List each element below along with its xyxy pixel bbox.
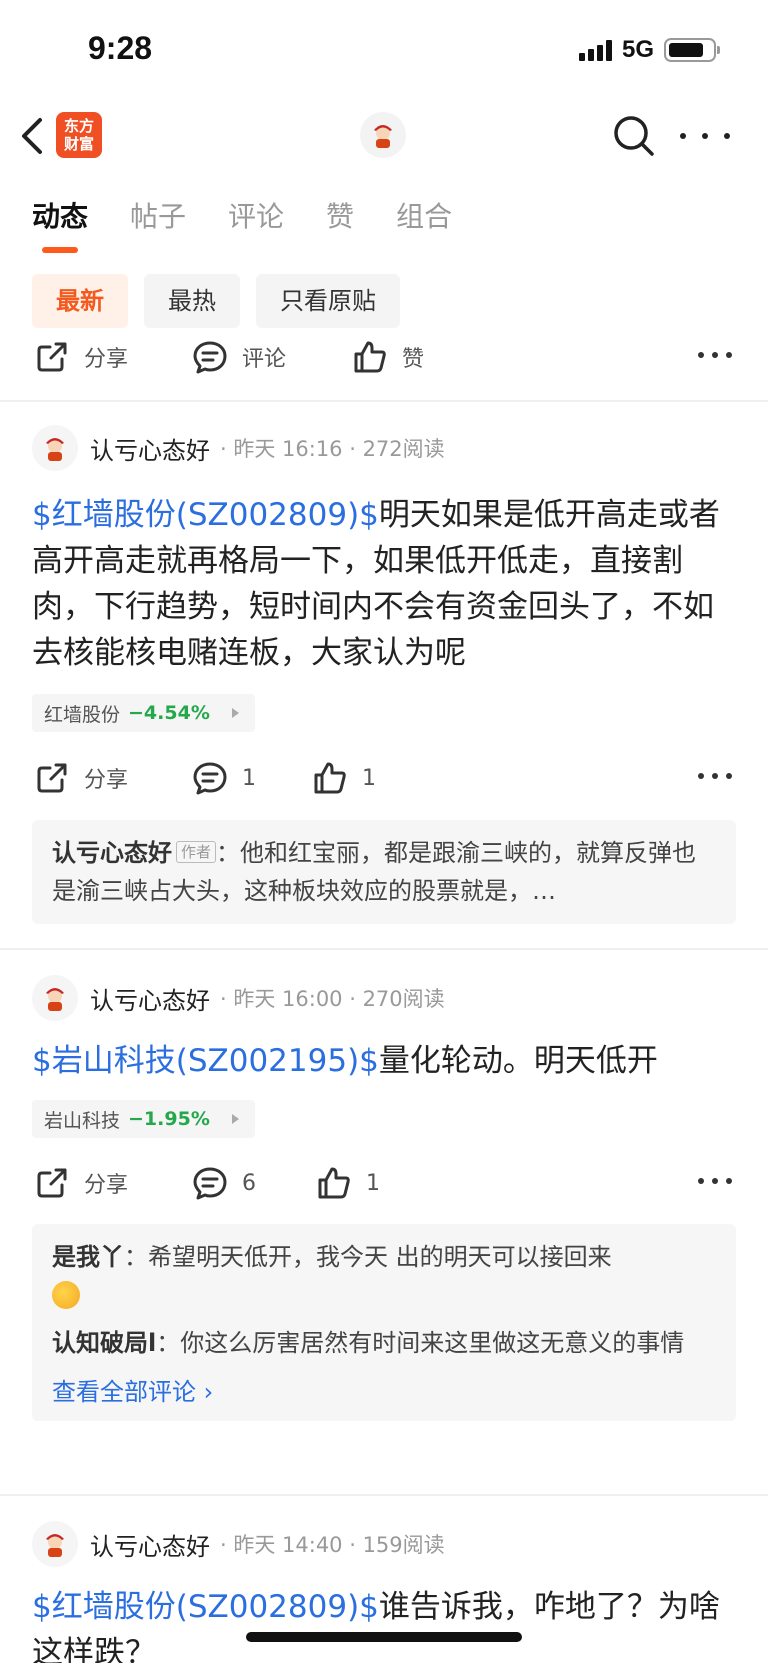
divider (0, 948, 768, 950)
avatar[interactable] (32, 425, 78, 471)
post-meta: · 昨天 14:40 · 159阅读 (220, 1533, 445, 1557)
more-options-button[interactable] (680, 116, 730, 156)
comment-preview[interactable]: 是我丫：希望明天低开，我今天 出的明天可以接回来 认知破局l：你这么厉害居然有时… (32, 1224, 736, 1421)
filter-bar: 最新 最热 只看原贴 (32, 274, 400, 328)
dot-icon (680, 133, 686, 139)
commenter-name[interactable]: 认知破局l (52, 1329, 156, 1357)
comment-line: 是我丫：希望明天低开，我今天 出的明天可以接回来 (52, 1238, 716, 1314)
dot-icon (702, 133, 708, 139)
post-more-button[interactable] (698, 1178, 732, 1184)
action-row: 分享 评论 赞 (0, 332, 768, 382)
status-icons: 5G (578, 36, 720, 64)
mascot-icon (46, 1534, 64, 1557)
status-bar: 9:28 5G (0, 0, 768, 100)
like-button[interactable]: 1 (316, 1158, 380, 1208)
comment-button[interactable]: 1 (192, 753, 256, 803)
thumbs-up-icon (318, 1167, 350, 1199)
post-more-button[interactable] (698, 773, 732, 779)
stock-link[interactable]: $红墙股份(SZ002809)$ (32, 497, 379, 533)
post-text[interactable]: $岩山科技(SZ002195)$量化轮动。明天低开 (32, 1038, 742, 1084)
post-meta: · 昨天 16:00 · 270阅读 (220, 987, 445, 1011)
play-arrow-icon (231, 708, 239, 718)
like-button[interactable]: 赞 (352, 332, 424, 382)
share-icon (37, 342, 67, 372)
post-text[interactable]: $红墙股份(SZ002809)$谁告诉我，咋地了？为啥这样跌？ (32, 1584, 742, 1663)
share-button[interactable]: 分享 (34, 1158, 128, 1208)
network-label: 5G (621, 36, 654, 63)
thumbs-up-icon (314, 762, 346, 794)
signal-icon (578, 39, 612, 61)
post-header: 认亏心态好 · 昨天 16:16 · 272阅读 (32, 424, 445, 472)
app-logo[interactable]: 东方 财富 (56, 112, 102, 158)
divider (0, 1494, 768, 1496)
comment-icon (193, 1167, 227, 1200)
post-text[interactable]: $红墙股份(SZ002809)$明天如果是低开高走或者高开高走就再格局一下，如果… (32, 492, 742, 676)
stock-link[interactable]: $红墙股份(SZ002809)$ (32, 1589, 379, 1625)
share-icon (37, 763, 67, 793)
post-meta: · 昨天 16:16 · 272阅读 (220, 437, 445, 461)
share-icon (37, 1168, 67, 1198)
avatar[interactable] (32, 975, 78, 1021)
comment-icon (193, 762, 227, 795)
commenter-name[interactable]: 认亏心态好 (52, 839, 172, 867)
play-arrow-icon (231, 1114, 239, 1124)
battery-icon (664, 38, 720, 62)
comment-button[interactable]: 评论 (192, 332, 286, 382)
tab-comments[interactable]: 评论 (228, 195, 284, 235)
post-header: 认亏心态好 · 昨天 16:00 · 270阅读 (32, 974, 445, 1022)
mascot-icon (46, 988, 64, 1011)
filter-latest[interactable]: 最新 (32, 274, 128, 328)
commenter-name[interactable]: 是我丫 (52, 1243, 124, 1271)
tab-portfolio[interactable]: 组合 (396, 195, 452, 235)
profile-avatar[interactable] (360, 112, 406, 158)
mascot-icon (374, 125, 392, 148)
share-button[interactable]: 分享 (34, 332, 128, 382)
action-row: 分享 6 1 (0, 1158, 768, 1208)
avatar[interactable] (32, 1521, 78, 1567)
home-indicator (246, 1632, 522, 1642)
user-name[interactable]: 认亏心态好 (90, 1527, 210, 1562)
comment-icon (193, 341, 227, 374)
search-icon (614, 116, 654, 156)
share-button[interactable]: 分享 (34, 753, 128, 803)
main-tabs: 动态 帖子 评论 赞 组合 (32, 195, 452, 253)
filter-hottest[interactable]: 最热 (144, 274, 240, 328)
stock-link[interactable]: $岩山科技(SZ002195)$ (32, 1043, 379, 1079)
search-button[interactable] (610, 112, 658, 160)
comment-preview[interactable]: 认亏心态好 作者 ：他和红宝丽，都是跟渝三峡的，就算反弹也是渝三峡占大头，这种板块效… (32, 820, 736, 924)
tab-posts[interactable]: 帖子 (130, 195, 186, 235)
author-badge: 作者 (176, 841, 217, 863)
status-time: 9:28 (88, 30, 153, 66)
nav-bar: 东方 财富 (0, 100, 768, 172)
like-button[interactable]: 1 (312, 753, 376, 803)
comment-line: 认亏心态好 作者 ：他和红宝丽，都是跟渝三峡的，就算反弹也是渝三峡占大头，这种板块效… (52, 839, 697, 905)
comment-button[interactable]: 6 (192, 1158, 256, 1208)
post-more-button[interactable] (698, 352, 732, 358)
filter-original-only[interactable]: 只看原贴 (256, 274, 400, 328)
tab-dynamics[interactable]: 动态 (32, 195, 88, 253)
thumbs-up-icon (354, 341, 386, 373)
tab-likes[interactable]: 赞 (326, 195, 354, 235)
view-all-comments-link[interactable]: 查看全部评论 › (52, 1372, 213, 1407)
chevron-left-icon (22, 118, 42, 154)
comment-line: 认知破局l：你这么厉害居然有时间来这里做这无意义的事情 (52, 1329, 685, 1357)
mascot-icon (46, 438, 64, 461)
post-header: 认亏心态好 · 昨天 14:40 · 159阅读 (32, 1520, 445, 1568)
emoji-icon (52, 1281, 80, 1309)
stock-chip[interactable]: 红墙股份 −4.54% (32, 694, 255, 732)
divider (0, 400, 768, 402)
action-row: 分享 1 1 (0, 753, 768, 803)
user-name[interactable]: 认亏心态好 (90, 431, 210, 466)
stock-chip[interactable]: 岩山科技 −1.95% (32, 1100, 255, 1138)
back-button[interactable] (18, 114, 54, 158)
user-name[interactable]: 认亏心态好 (90, 981, 210, 1016)
dot-icon (724, 133, 730, 139)
